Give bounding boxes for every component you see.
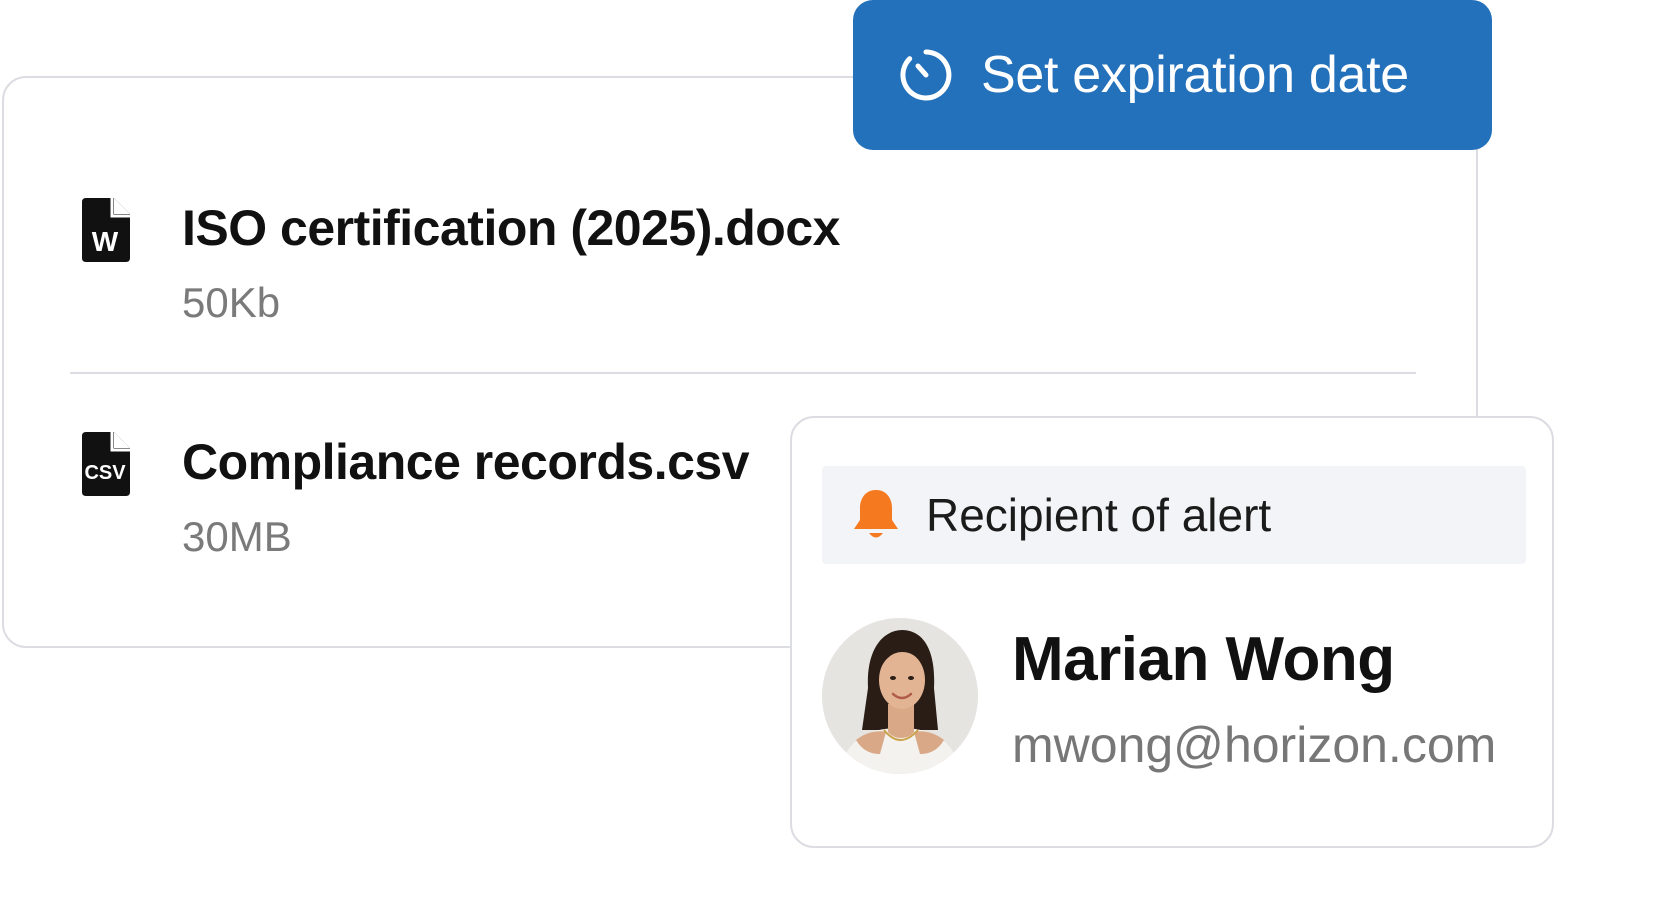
bell-icon	[854, 490, 898, 538]
set-expiration-date-label: Set expiration date	[981, 46, 1409, 104]
file-item[interactable]: W ISO certification (2025).docx 50Kb	[82, 198, 840, 326]
file-size: 30MB	[182, 513, 292, 560]
recipient-name: Marian Wong	[1012, 625, 1395, 694]
alert-recipient-card: Recipient of alert Marian Wong mwong@hor…	[790, 416, 1554, 848]
csv-file-icon-letter: CSV	[84, 462, 126, 484]
stage: W ISO certification (2025).docx 50Kb CSV…	[0, 0, 1664, 917]
csv-file-icon: CSV	[82, 432, 130, 496]
avatar-portrait	[822, 618, 978, 774]
alert-header: Recipient of alert	[822, 466, 1526, 564]
avatar	[822, 618, 978, 774]
recipient-email: mwong@horizon.com	[1012, 717, 1497, 773]
timer-icon	[900, 49, 952, 101]
word-file-icon-letter: W	[92, 226, 119, 257]
word-file-icon: W	[82, 198, 130, 262]
file-name: ISO certification (2025).docx	[182, 200, 840, 256]
file-item[interactable]: CSV Compliance records.csv 30MB	[82, 432, 750, 560]
file-size: 50Kb	[182, 279, 281, 326]
divider	[70, 372, 1416, 374]
set-expiration-date-button[interactable]: Set expiration date	[853, 0, 1492, 150]
file-name: Compliance records.csv	[182, 434, 750, 490]
alert-header-label: Recipient of alert	[926, 489, 1272, 541]
